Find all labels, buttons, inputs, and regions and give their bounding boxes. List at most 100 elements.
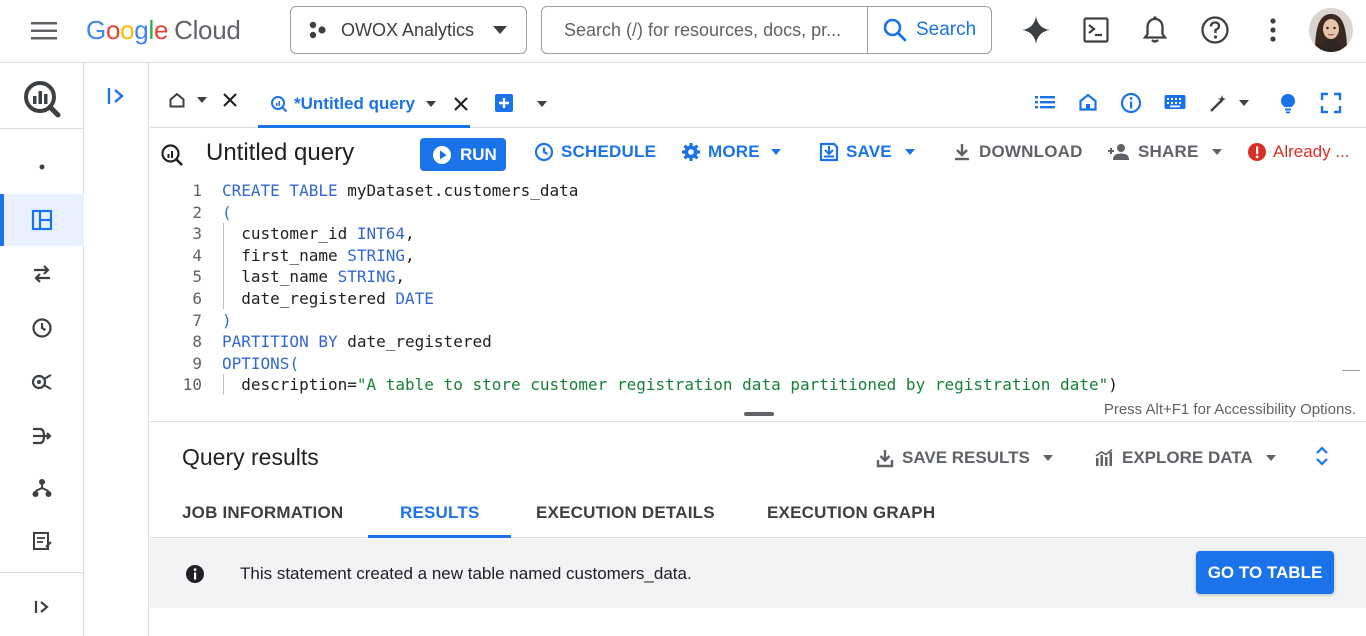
transfer-arrows-icon — [34, 265, 50, 283]
more-button[interactable]: MORE — [681, 142, 789, 162]
save-button[interactable]: SAVE — [819, 142, 923, 162]
main-menu-icon[interactable] — [28, 18, 60, 44]
fullscreen-icon[interactable] — [1320, 92, 1342, 114]
chevron-down-icon[interactable] — [1238, 99, 1250, 107]
chevron-down-icon[interactable] — [536, 100, 548, 108]
rail-item-pipelines[interactable] — [0, 410, 84, 462]
tab-untitled-query[interactable]: *Untitled query — [258, 83, 470, 128]
chevron-down-icon — [493, 26, 507, 34]
rail-item-studio[interactable] — [0, 194, 84, 246]
sql-editor[interactable]: 1 CREATE TABLE myDataset.customers_data 2… — [150, 180, 1366, 421]
dot-indicator-icon — [0, 141, 84, 193]
editor-resize-handle[interactable] — [744, 412, 774, 416]
query-icon — [161, 144, 183, 166]
results-tabs: JOB INFORMATION RESULTS EXECUTION DETAIL… — [150, 488, 1366, 538]
notifications-bell-icon[interactable] — [1139, 14, 1171, 46]
query-icon — [271, 96, 288, 113]
chevron-down-icon — [1265, 455, 1276, 461]
indent-guide — [223, 374, 224, 395]
indent-guide — [223, 223, 224, 309]
explorer-collapsed-panel — [84, 63, 149, 636]
tab-results[interactable]: RESULTS — [368, 488, 512, 538]
project-name: OWOX Analytics — [341, 19, 475, 40]
chevron-down-icon — [770, 149, 781, 155]
save-alt-icon — [876, 450, 894, 468]
schedule-button[interactable]: SCHEDULE — [534, 142, 656, 162]
editor-toolbar: Untitled query RUN SCHEDULE MORE SAVE DO… — [150, 128, 1366, 180]
expand-explorer-icon[interactable] — [106, 86, 126, 106]
gemini-sparkle-icon[interactable] — [1020, 14, 1052, 46]
tab-execution-details[interactable]: EXECUTION DETAILS — [536, 488, 715, 538]
analytics-hub-icon — [31, 374, 52, 390]
scroll-marker — [1342, 370, 1360, 371]
pipeline-icon — [33, 427, 52, 445]
error-icon — [1248, 143, 1266, 161]
query-status[interactable]: Already ... — [1247, 142, 1350, 162]
save-icon — [819, 142, 839, 162]
keyboard-icon[interactable] — [1163, 92, 1187, 112]
notice-message: This statement created a new table named… — [240, 564, 692, 583]
cloud-shell-icon[interactable] — [1080, 14, 1112, 46]
chevron-down-icon — [1211, 149, 1222, 155]
home-icon — [169, 92, 185, 108]
new-tab-button[interactable] — [494, 93, 514, 113]
gear-icon — [682, 143, 700, 161]
close-icon[interactable] — [222, 92, 238, 108]
info-icon — [186, 565, 204, 583]
search-box: Search — [541, 6, 992, 54]
project-dots-icon — [309, 21, 326, 39]
list-icon[interactable] — [1034, 92, 1056, 112]
chart-icon — [1095, 448, 1113, 466]
person-add-icon — [1108, 144, 1129, 160]
add-box-icon — [495, 94, 513, 112]
results-title: Query results — [182, 444, 319, 470]
tab-job-information[interactable]: JOB INFORMATION — [182, 488, 343, 538]
rail-item-scheduled-queries[interactable] — [0, 302, 84, 354]
clock-icon — [534, 142, 554, 162]
project-picker[interactable]: OWOX Analytics — [290, 6, 527, 54]
home-icon[interactable] — [1078, 92, 1098, 112]
info-icon[interactable] — [1120, 92, 1142, 114]
expand-rail-icon[interactable] — [0, 581, 84, 633]
query-title[interactable]: Untitled query — [206, 139, 354, 167]
tab-home[interactable] — [168, 91, 238, 109]
search-input[interactable] — [542, 7, 867, 53]
search-icon — [883, 18, 907, 42]
chevron-down-icon — [1042, 455, 1053, 461]
bigquery-logo-icon[interactable] — [0, 71, 84, 127]
result-notice: This statement created a new table named… — [150, 539, 1366, 608]
rail-item-analytics-hub[interactable] — [0, 356, 84, 408]
chevron-down-icon — [904, 149, 915, 155]
save-results-button[interactable]: SAVE RESULTS — [876, 448, 1062, 468]
download-button[interactable]: DOWNLOAD — [952, 142, 1083, 162]
chevron-down-icon[interactable] — [196, 96, 208, 104]
notes-edit-icon — [33, 532, 52, 550]
rail-item-notes[interactable] — [0, 515, 84, 567]
run-button[interactable]: RUN — [420, 138, 506, 171]
studio-icon — [31, 209, 53, 231]
chevron-down-icon[interactable] — [425, 100, 437, 108]
tab-execution-graph[interactable]: EXECUTION GRAPH — [767, 488, 935, 538]
query-results-panel: Query results SAVE RESULTS EXPLORE DATA … — [150, 421, 1366, 636]
share-button[interactable]: SHARE — [1107, 142, 1230, 162]
help-icon[interactable] — [1199, 14, 1231, 46]
lightbulb-icon[interactable] — [1278, 92, 1298, 114]
clock-icon — [32, 318, 52, 338]
user-avatar[interactable] — [1309, 8, 1353, 52]
magic-wand-icon[interactable] — [1208, 92, 1232, 114]
left-nav-rail — [0, 63, 84, 636]
go-to-table-button[interactable]: GO TO TABLE — [1196, 551, 1334, 594]
google-cloud-logo[interactable]: Google Cloud — [86, 12, 241, 48]
rail-item-dataform[interactable] — [0, 462, 84, 514]
rail-item-data-transfers[interactable] — [0, 248, 84, 300]
search-button[interactable]: Search — [867, 7, 992, 53]
explore-data-button[interactable]: EXPLORE DATA — [1094, 448, 1285, 468]
editor-tab-bar: *Untitled query — [150, 63, 1366, 128]
expand-collapse-icon[interactable] — [1314, 444, 1330, 468]
hierarchy-icon — [32, 479, 52, 497]
top-bar: Google Cloud OWOX Analytics Search — [0, 0, 1366, 63]
more-vert-icon[interactable] — [1257, 14, 1289, 46]
download-icon — [955, 144, 969, 161]
accessibility-hint: Press Alt+F1 for Accessibility Options. — [1103, 401, 1356, 418]
close-tab-icon[interactable] — [453, 96, 469, 112]
